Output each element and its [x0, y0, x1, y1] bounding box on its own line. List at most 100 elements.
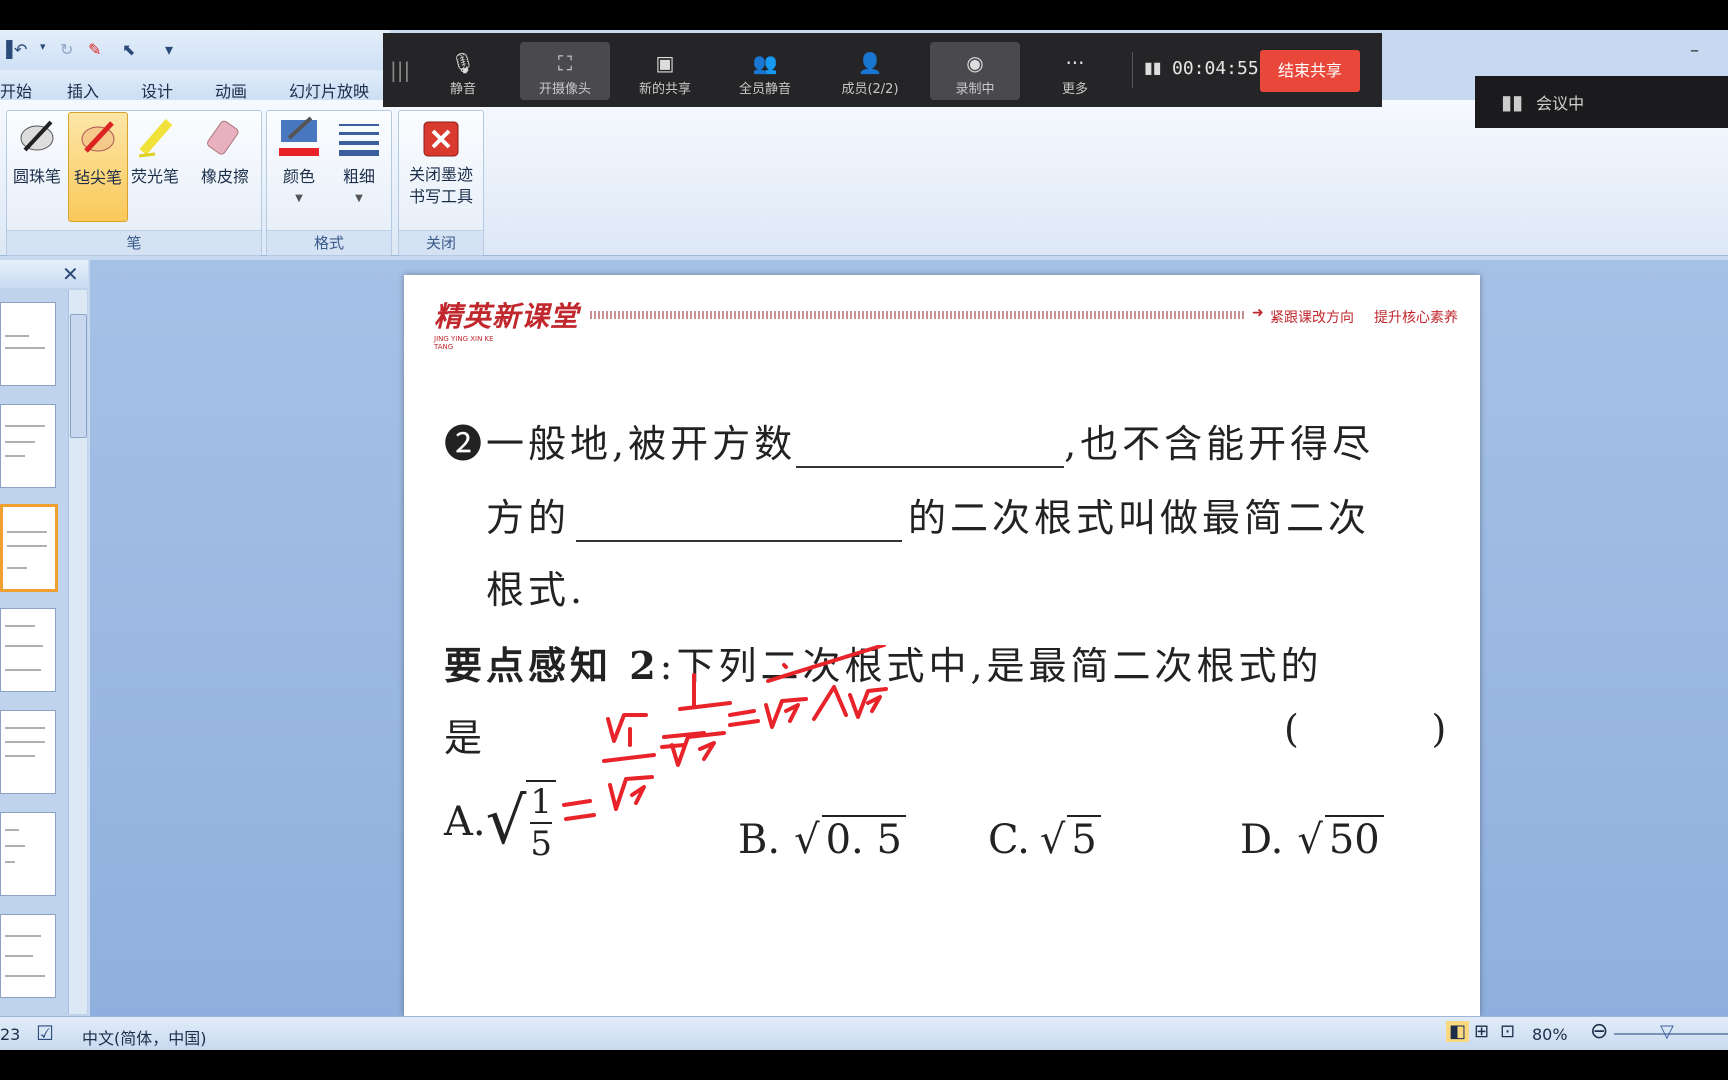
spellcheck-icon[interactable]: ☑ [36, 1021, 54, 1045]
undo-dropdown-icon[interactable]: ▾ [40, 40, 46, 53]
felt-pen-button[interactable]: 毡尖笔 [68, 112, 128, 222]
recording-button[interactable]: ◉ 录制中 [930, 42, 1020, 100]
mute-all-label: 全员静音 [738, 82, 791, 97]
header-rule [590, 311, 1246, 319]
end-share-button[interactable]: 结束共享 [1260, 50, 1360, 92]
ink-annotation [562, 645, 888, 821]
toolbar-drag-handle[interactable]: ||| [390, 58, 410, 82]
text-line-1: ❷一般地,被开方数 ,也不含能开得尽 [444, 413, 1374, 468]
line-weight-button[interactable]: 粗细 ▼ [332, 116, 386, 210]
answer-blank-2 [576, 504, 903, 542]
option-c: C. √ 5 [988, 815, 1101, 863]
zoom-out-icon[interactable]: ⊖ [1590, 1019, 1608, 1044]
more-button[interactable]: ··· 更多 [1030, 42, 1120, 100]
felt-pen-label: 毡尖笔 [73, 168, 122, 187]
option-d-label: D. [1240, 817, 1284, 863]
highlighter-icon [133, 116, 177, 160]
line-weight-label: 粗细 [342, 167, 375, 186]
ballpoint-pen-label: 圆珠笔 [12, 167, 61, 186]
tab-design[interactable]: 设计 [141, 78, 173, 102]
mute-all-button[interactable]: 👥 全员静音 [720, 42, 810, 100]
toolbar-divider [1132, 52, 1133, 88]
customize-qat-icon[interactable]: ▾ [165, 40, 173, 59]
slide-thumbnail-selected[interactable] [0, 504, 58, 592]
mute-button[interactable]: 🎙 静音 [418, 42, 508, 100]
slide-thumbnail[interactable] [0, 710, 56, 794]
language-indicator[interactable]: 中文(简体，中国) [82, 1025, 207, 1049]
signal-bars-icon: ▮▮ [1501, 90, 1524, 114]
ink-color-button[interactable]: 颜色 ▼ [272, 116, 326, 210]
new-share-button[interactable]: ▣ 新的共享 [620, 42, 710, 100]
slideshow-view-icon[interactable]: ⊡ [1500, 1021, 1515, 1042]
option-a-denominator: 5 [530, 824, 553, 864]
close-pane-icon[interactable]: ✕ [62, 262, 79, 286]
option-a: A.√ 1 5 [444, 780, 557, 864]
line-weight-icon [337, 116, 381, 160]
text-line-3: 根式. [486, 568, 587, 612]
close-ink-tools-label: 关闭墨迹书写工具 [408, 165, 473, 206]
camera-button[interactable]: ⛶ 开摄像头 [520, 42, 610, 100]
slide-thumbnail[interactable] [0, 608, 56, 692]
arrow-icon: ➜ [1252, 305, 1264, 321]
ribbon-minimize-button[interactable]: – [1690, 40, 1699, 61]
radical-sign: √ [1039, 817, 1066, 863]
close-ink-tools-button[interactable]: 关闭墨迹书写工具 [404, 120, 478, 208]
eraser-icon [203, 116, 247, 160]
eraser-button[interactable]: 橡皮擦 [198, 116, 252, 188]
members-button[interactable]: 👤 成员(2/2) [825, 42, 915, 100]
normal-view-icon[interactable]: ◧ [1446, 1021, 1470, 1042]
ballpoint-pen-button[interactable]: 圆珠笔 [10, 116, 64, 188]
tab-animation[interactable]: 动画 [215, 78, 247, 102]
camera-off-icon: ⛶ [558, 51, 572, 75]
mute-label: 静音 [449, 82, 476, 97]
pen-group-label: 笔 [7, 230, 261, 255]
slide-thumbnail[interactable] [0, 302, 56, 386]
radical-sign: √ [1297, 817, 1323, 863]
record-icon: ◉ [966, 51, 984, 75]
format-group-label: 格式 [267, 230, 391, 255]
text-line-2: 方的 的二次根式叫做最简二次 [486, 487, 1370, 542]
zoom-slider-thumb[interactable]: ▽ [1660, 1021, 1674, 1042]
slide-thumbnail[interactable] [0, 404, 56, 488]
line1-prefix: ❷一般地,被开方数 [444, 422, 797, 466]
close-group-label: 关闭 [399, 230, 483, 255]
tab-insert[interactable]: 插入 [67, 78, 99, 102]
undo-icon[interactable]: ↶ [14, 40, 27, 59]
radical-sign: √ [485, 785, 527, 859]
slide-thumbnail[interactable] [0, 812, 56, 896]
highlighter-label: 荧光笔 [130, 167, 179, 186]
bottom-black-band [0, 1050, 1728, 1080]
zoom-level[interactable]: 80% [1532, 1025, 1568, 1044]
slides-pane-scrollbar[interactable] [68, 290, 87, 1014]
members-label: 成员(2/2) [841, 82, 899, 97]
option-c-label: C. [988, 817, 1030, 863]
ink-color-label: 颜色 [282, 167, 315, 186]
scrollbar-thumb[interactable] [70, 314, 87, 438]
header-slogan-1: 紧跟课改方向 [1270, 310, 1354, 326]
tab-home[interactable]: 开始 [0, 78, 32, 102]
line2-prefix: 方的 [486, 496, 571, 540]
close-icon [422, 120, 460, 158]
slide-thumbnail[interactable] [0, 914, 56, 998]
option-a-numerator: 1 [530, 782, 553, 824]
slide-sorter-icon[interactable]: ⊞ [1474, 1021, 1489, 1042]
eraser-label: 橡皮擦 [200, 167, 249, 186]
redo-icon[interactable]: ↻ [60, 40, 73, 59]
ballpoint-pen-icon [15, 116, 59, 160]
current-slide[interactable]: 精英新课堂 JING YING XIN KE TANG ➜ 紧跟课改方向 提升核… [404, 275, 1480, 1016]
option-a-label: A. [444, 799, 486, 845]
save-icon[interactable]: ▐ [0, 40, 12, 59]
option-c-value: 5 [1067, 815, 1101, 863]
share-screen-icon: ▣ [655, 51, 675, 75]
quick-access-toolbar: ▐ ↶ ▾ ↻ ✎ ⬉ ▾ [0, 30, 390, 70]
camera-label: 开摄像头 [538, 82, 591, 97]
pen-quick-icon[interactable]: ✎ [88, 40, 101, 59]
paint-brush-icon [277, 116, 321, 160]
tab-slideshow[interactable]: 幻灯片放映 [289, 78, 369, 102]
pointer-icon[interactable]: ⬉ [122, 40, 135, 59]
answer-parentheses: ( ) [1284, 707, 1451, 751]
highlighter-button[interactable]: 荧光笔 [128, 116, 182, 188]
answer-blank-1 [796, 430, 1065, 468]
meeting-status-panel: ▮▮ 会议中 [1475, 76, 1728, 128]
header-slogan-2: 提升核心素养 [1374, 310, 1458, 326]
